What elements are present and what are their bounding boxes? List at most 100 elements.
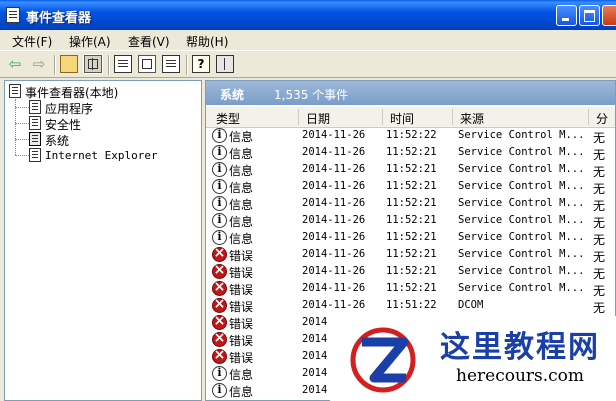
table-row[interactable]: 信息 2014-11-26 11:52:21 Service Control M...… bbox=[206, 229, 615, 247]
export-list-icon[interactable] bbox=[162, 55, 180, 73]
error-icon bbox=[212, 262, 227, 279]
info-icon bbox=[212, 196, 227, 211]
table-row[interactable]: 错误 2014-11-26 11:52:21 Service Control M...… bbox=[206, 262, 615, 281]
event-type: 错误 bbox=[229, 317, 254, 331]
event-time: 11:52:21 bbox=[386, 248, 437, 260]
event-time: 11:52:21 bbox=[386, 282, 437, 294]
event-date: 2014-11-26 bbox=[302, 197, 366, 209]
menu-bar: 文件(F) 操作(A) 查看(V) 帮助(H) bbox=[0, 30, 616, 50]
tree-line bbox=[15, 155, 29, 156]
event-date: 2014-11-26 bbox=[302, 299, 366, 311]
event-source: Service Control M... bbox=[458, 265, 585, 277]
event-type: 错误 bbox=[229, 351, 254, 365]
tree-line bbox=[15, 107, 29, 108]
event-source: Service Control M... bbox=[458, 129, 585, 141]
table-row[interactable]: 错误 2014-11-26 11:52:21 Service Control M...… bbox=[206, 245, 615, 264]
app-icon bbox=[6, 7, 20, 23]
show-hide-action-pane-icon[interactable] bbox=[216, 55, 234, 73]
event-date: 2014-11-26 bbox=[302, 163, 366, 175]
table-row[interactable]: 信息 2014-11-26 11:52:22 Service Control M...… bbox=[206, 127, 615, 145]
event-date: 2014-11-26 bbox=[302, 146, 366, 158]
pane-header: 系统 1,535 个事件 bbox=[206, 81, 615, 105]
info-icon bbox=[212, 383, 227, 398]
properties-icon[interactable] bbox=[114, 55, 132, 73]
table-row[interactable]: 错误 2014-11-26 11:52:21 Service Control M...… bbox=[206, 279, 615, 298]
table-row[interactable]: 信息 2014-11-26 11:52:21 Service Control M...… bbox=[206, 161, 615, 179]
event-date: 2014-11-26 bbox=[302, 265, 366, 277]
column-divider[interactable] bbox=[452, 109, 453, 125]
error-icon bbox=[212, 296, 227, 313]
window-title: 事件查看器 bbox=[26, 11, 92, 26]
minimize-button[interactable] bbox=[556, 5, 577, 26]
back-arrow-icon[interactable]: ⇦ bbox=[6, 55, 24, 73]
table-row[interactable]: 信息 2014-11-26 11:52:21 Service Control M...… bbox=[206, 178, 615, 196]
column-divider[interactable] bbox=[298, 109, 299, 125]
show-hide-tree-icon[interactable] bbox=[83, 54, 103, 74]
event-type: 错误 bbox=[229, 283, 254, 297]
info-icon bbox=[212, 162, 227, 177]
menu-file[interactable]: 文件(F) bbox=[12, 33, 52, 50]
event-time: 11:52:21 bbox=[386, 214, 437, 226]
table-row[interactable]: 信息 2014-11-26 11:52:21 Service Control M...… bbox=[206, 144, 615, 162]
column-date[interactable]: 日期 bbox=[306, 110, 330, 127]
table-row[interactable]: 错误2014-11-2611:51:22DCOM无 bbox=[206, 296, 615, 315]
event-date: 2014 bbox=[302, 316, 328, 328]
column-type[interactable]: 类型 bbox=[216, 110, 240, 127]
column-divider[interactable] bbox=[382, 109, 383, 125]
menu-help[interactable]: 帮助(H) bbox=[186, 33, 228, 50]
event-count: 1,535 个事件 bbox=[274, 88, 349, 102]
event-date: 2014-11-26 bbox=[302, 282, 366, 294]
event-source: Service Control M... bbox=[458, 197, 585, 209]
help-icon[interactable]: ? bbox=[192, 55, 210, 73]
event-time: 11:52:21 bbox=[386, 163, 437, 175]
watermark-logo bbox=[350, 327, 416, 393]
event-date: 2014-11-26 bbox=[302, 180, 366, 192]
menu-view[interactable]: 查看(V) bbox=[128, 33, 170, 50]
info-icon bbox=[212, 366, 227, 381]
column-divider[interactable] bbox=[588, 109, 589, 125]
toolbar-separator bbox=[108, 55, 110, 75]
forward-arrow-icon[interactable]: ⇨ bbox=[30, 55, 48, 73]
event-source: Service Control M... bbox=[458, 282, 585, 294]
info-icon bbox=[212, 213, 227, 228]
event-type: 信息 bbox=[229, 181, 254, 195]
event-date: 2014-11-26 bbox=[302, 214, 366, 226]
refresh-icon[interactable] bbox=[138, 55, 156, 73]
maximize-button[interactable] bbox=[579, 5, 600, 26]
event-type: 错误 bbox=[229, 334, 254, 348]
tree-line bbox=[15, 123, 29, 124]
close-button[interactable] bbox=[602, 5, 616, 26]
event-source: Service Control M... bbox=[458, 231, 585, 243]
table-row[interactable]: 信息 2014-11-26 11:52:21 Service Control M...… bbox=[206, 212, 615, 230]
event-type: 信息 bbox=[229, 164, 254, 178]
info-icon bbox=[212, 145, 227, 160]
log-name: 系统 bbox=[220, 88, 245, 102]
column-source[interactable]: 来源 bbox=[460, 110, 484, 127]
event-type: 错误 bbox=[229, 300, 254, 314]
title-bar[interactable]: 事件查看器 bbox=[0, 0, 616, 30]
event-viewer-window: 事件查看器 文件(F) 操作(A) 查看(V) 帮助(H) ⇦ ⇨ ? 事件查看… bbox=[0, 0, 616, 401]
tree-item-label: Internet Explorer bbox=[45, 149, 158, 162]
table-row[interactable]: 信息 2014-11-26 11:52:21 Service Control M...… bbox=[206, 195, 615, 213]
column-time[interactable]: 时间 bbox=[390, 110, 414, 127]
event-type: 信息 bbox=[229, 385, 254, 399]
menu-action[interactable]: 操作(A) bbox=[69, 33, 111, 50]
toolbar-separator bbox=[186, 55, 188, 75]
error-icon bbox=[212, 330, 227, 347]
event-date: 2014-11-26 bbox=[302, 129, 366, 141]
tree-item-label: 系统 bbox=[45, 134, 70, 148]
column-category[interactable]: 分 bbox=[596, 110, 608, 127]
up-level-icon[interactable] bbox=[60, 55, 78, 73]
info-icon bbox=[212, 230, 227, 245]
event-source: Service Control M... bbox=[458, 248, 585, 260]
event-time: 11:52:21 bbox=[386, 146, 437, 158]
event-type: 错误 bbox=[229, 266, 254, 280]
log-icon bbox=[29, 100, 41, 114]
toolbar: ⇦ ⇨ ? bbox=[0, 50, 616, 78]
event-date: 2014-11-26 bbox=[302, 231, 366, 243]
event-source: Service Control M... bbox=[458, 180, 585, 192]
column-header: 类型 日期 时间 来源 分 bbox=[206, 107, 615, 128]
event-viewer-icon bbox=[9, 84, 21, 98]
tree-item-label: 安全性 bbox=[45, 118, 82, 132]
event-type: 信息 bbox=[229, 368, 254, 382]
